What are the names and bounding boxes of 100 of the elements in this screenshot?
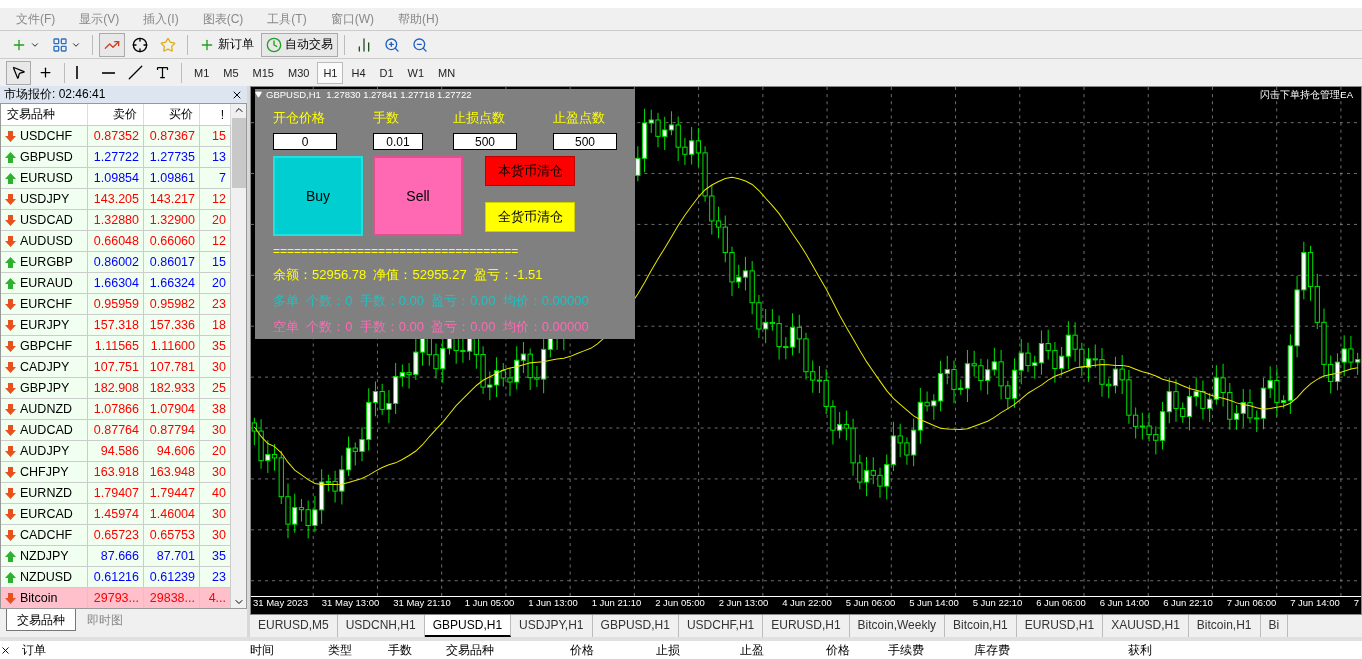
- close-positions-button[interactable]: 全货币清仓: [485, 202, 575, 232]
- spread-cell: 13: [200, 146, 231, 167]
- symbol-cell[interactable]: AUDUSD: [1, 230, 88, 251]
- bid-cell: 1.27722: [88, 146, 144, 167]
- input-field[interactable]: 0: [273, 133, 337, 150]
- timeframe-button[interactable]: M15: [246, 61, 280, 84]
- symbol-cell[interactable]: AUDNZD: [1, 398, 88, 419]
- column-header[interactable]: 交易品种: [416, 641, 498, 659]
- ask-cell: 1.07904: [144, 398, 200, 419]
- timeframe-button[interactable]: MN: [432, 61, 462, 84]
- symbol-cell[interactable]: AUDCAD: [1, 419, 88, 440]
- symbol-cell[interactable]: CADJPY: [1, 356, 88, 377]
- symbol-name: GBPUSD: [20, 150, 73, 164]
- field-label: 止损点数: [453, 109, 506, 127]
- symbol-name: GBPCHF: [20, 339, 73, 353]
- scrollbar[interactable]: [231, 104, 246, 608]
- symbol-cell[interactable]: USDJPY: [1, 188, 88, 209]
- market-watch-button[interactable]: [99, 32, 125, 57]
- spread-cell: 40: [200, 482, 231, 503]
- column-header[interactable]: 库存费: [928, 641, 1014, 659]
- symbol-cell[interactable]: NZDUSD: [1, 566, 88, 587]
- star-icon: [160, 36, 176, 53]
- ask-cell: 182.933: [144, 377, 200, 398]
- time-axis-label: 6 Jun 22:10: [1163, 597, 1213, 610]
- zoom-in-icon: [384, 36, 400, 53]
- symbol-cell[interactable]: EURJPY: [1, 314, 88, 335]
- symbol-name: NZDUSD: [20, 570, 73, 584]
- symbol-cell[interactable]: EURCAD: [1, 503, 88, 524]
- dropdown-triangle-icon[interactable]: [255, 91, 262, 98]
- bid-cell: 0.87764: [88, 419, 144, 440]
- time-axis-label: 5 Jun 06:00: [845, 597, 896, 610]
- symbol-cell[interactable]: EURNZD: [1, 482, 88, 503]
- bid-cell: 0.87352: [88, 125, 144, 146]
- timeframe-button[interactable]: H1: [317, 61, 344, 84]
- column-header[interactable]: 止损: [598, 641, 684, 659]
- bid-cell: 0.95959: [88, 293, 144, 314]
- horizontal-line-icon: [102, 71, 115, 74]
- panel-tab[interactable]: 交易品种: [6, 609, 76, 631]
- symbol-cell[interactable]: GBPCHF: [1, 335, 88, 356]
- ask-cell: 29838...: [144, 587, 200, 608]
- buy-button[interactable]: Buy: [273, 156, 363, 236]
- timeframe-button[interactable]: M5: [217, 61, 245, 84]
- spread-cell: 23: [200, 293, 231, 314]
- symbol-name: Bitcoin: [20, 591, 58, 605]
- timeframe-button[interactable]: M1: [188, 61, 216, 84]
- input-field[interactable]: 500: [553, 133, 617, 150]
- column-header[interactable]: 手数: [356, 641, 416, 659]
- cursor-icon: [11, 65, 26, 80]
- timeframe-button[interactable]: W1: [401, 61, 431, 84]
- spread-cell: 30: [200, 503, 231, 524]
- input-field[interactable]: 500: [453, 133, 517, 150]
- symbol-cell[interactable]: NZDJPY: [1, 545, 88, 566]
- time-axis-label: 5 Jun 22:10: [972, 597, 1023, 610]
- sell-button[interactable]: Sell: [373, 156, 463, 236]
- spread-cell: 30: [200, 419, 231, 440]
- symbol-cell[interactable]: EURGBP: [1, 251, 88, 272]
- timeframe-button[interactable]: H4: [345, 61, 372, 84]
- symbol-cell[interactable]: EURCHF: [1, 293, 88, 314]
- new-order-button[interactable]: 新订单: [194, 32, 259, 57]
- symbol-cell[interactable]: AUDJPY: [1, 440, 88, 461]
- column-header[interactable]: 价格: [498, 641, 598, 659]
- input-field[interactable]: 0.01: [373, 133, 423, 150]
- spread-cell: 7: [200, 167, 231, 188]
- ask-cell: 1.09861: [144, 167, 200, 188]
- column-header[interactable]: 获利: [1014, 641, 1156, 659]
- chart-tab[interactable]: GBPUSD,H1: [424, 615, 512, 637]
- symbol-cell[interactable]: Bitcoin: [1, 587, 88, 608]
- ask-cell: 1.46004: [144, 503, 200, 524]
- scrollbar-thumb[interactable]: [231, 118, 246, 188]
- spread-cell: 35: [200, 545, 231, 566]
- column-header[interactable]: 类型: [278, 641, 356, 659]
- symbol-cell[interactable]: EURUSD: [1, 167, 88, 188]
- crosshair-icon: [38, 65, 53, 80]
- column-header[interactable]: 手续费: [854, 641, 928, 659]
- symbol-name: CADJPY: [20, 360, 70, 374]
- time-axis-label: 1 Jun 21:10: [591, 597, 642, 610]
- bar-chart-icon: [356, 36, 372, 53]
- ask-cell: 94.606: [144, 440, 200, 461]
- symbol-cell[interactable]: CADCHF: [1, 524, 88, 545]
- close-icon[interactable]: [0, 644, 11, 656]
- symbol-cell[interactable]: GBPJPY: [1, 377, 88, 398]
- ask-cell: 143.217: [144, 188, 200, 209]
- column-header[interactable]: 订单: [18, 641, 128, 659]
- cursor-button[interactable]: [6, 60, 31, 85]
- symbol-cell[interactable]: EURAUD: [1, 272, 88, 293]
- bid-cell: 1.79407: [88, 482, 144, 503]
- timeframe-button[interactable]: M30: [281, 61, 316, 84]
- symbol-cell[interactable]: CHFJPY: [1, 461, 88, 482]
- symbol-cell[interactable]: USDCAD: [1, 209, 88, 230]
- symbol-cell[interactable]: USDCHF: [1, 125, 88, 146]
- symbol-cell[interactable]: GBPUSD: [1, 146, 88, 167]
- auto-trading-button[interactable]: 自动交易: [261, 32, 338, 57]
- close-positions-button[interactable]: 本货币清仓: [485, 156, 575, 186]
- column-header[interactable]: 价格: [768, 641, 854, 659]
- column-header[interactable]: 止盈: [684, 641, 768, 659]
- divider-text: ===================================: [273, 244, 520, 258]
- timeframe-button[interactable]: D1: [373, 61, 400, 84]
- symbol-name: NZDJPY: [20, 549, 69, 563]
- bid-cell: 1.32880: [88, 209, 144, 230]
- column-header[interactable]: 时间: [128, 641, 278, 659]
